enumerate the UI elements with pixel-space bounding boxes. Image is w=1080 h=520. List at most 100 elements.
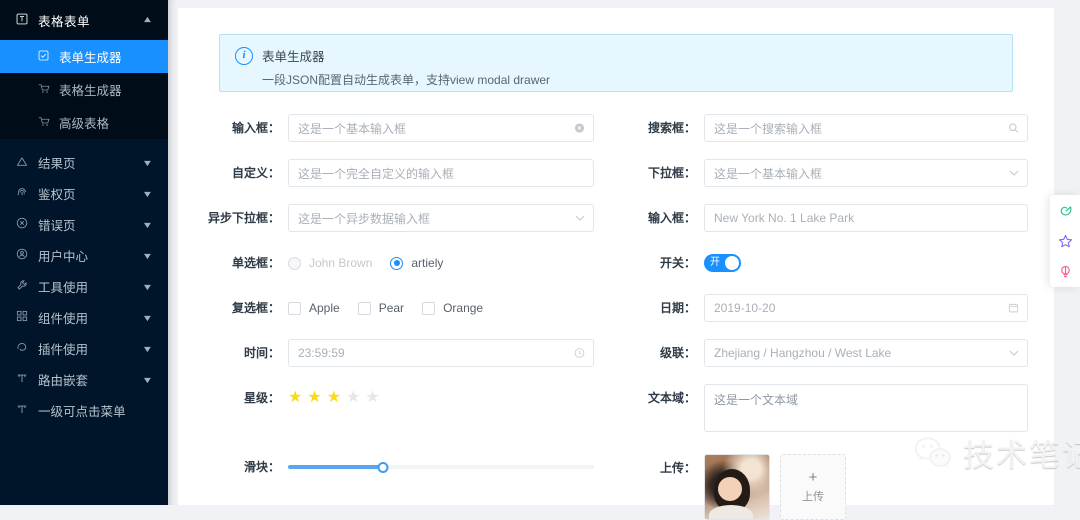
rate-stars[interactable]: ★ ★ ★ ★ ★ (288, 384, 594, 412)
field-label: 单选框： (231, 256, 280, 270)
async-select-input[interactable] (288, 204, 594, 232)
checkbox-pear[interactable] (357, 301, 371, 315)
sidebar-item-result-page[interactable]: 结果页 ▼ (0, 147, 168, 178)
sidebar-item-label: 表单生成器 (59, 51, 122, 65)
field-label: 上传： (659, 461, 696, 475)
fingerprint-icon (16, 186, 34, 201)
star-3-icon[interactable]: ★ (327, 390, 341, 406)
caret-down-icon: ▼ (141, 250, 154, 261)
date-input[interactable] (704, 294, 1028, 322)
content-card: i 表单生成器 一段JSON配置自动生成表单，支持view modal draw… (178, 8, 1054, 520)
float-action-bar (1050, 195, 1080, 287)
star-2-icon[interactable]: ★ (307, 390, 321, 406)
custom-input[interactable] (288, 159, 594, 187)
close-circle-icon (16, 217, 34, 232)
checkbox-label: Orange (443, 301, 484, 315)
sidebar-item-nested-routes[interactable]: 路由嵌套 ▼ (0, 364, 168, 395)
caret-down-icon: ▼ (141, 219, 154, 230)
field-slider: 滑块： (204, 429, 594, 481)
select-input[interactable] (704, 159, 1028, 187)
slider-control[interactable] (288, 453, 594, 481)
triangle-icon (16, 156, 34, 170)
sidebar-item-auth-page[interactable]: 鉴权页 ▼ (0, 178, 168, 209)
sidebar-item-label: 鉴权页 (38, 188, 76, 202)
star-5-icon[interactable]: ★ (365, 390, 379, 406)
alert-description: 一段JSON配置自动生成表单，支持view modal drawer (262, 73, 551, 87)
radio-label: artiely (411, 256, 444, 270)
plugin-icon (16, 341, 34, 356)
field-async-select: 异步下拉框： (204, 204, 594, 249)
form-column-right: 搜索框： 下拉框： (642, 114, 1028, 520)
field-label: 自定义： (231, 166, 280, 180)
radio-label: John Brown (309, 256, 373, 270)
radio-artiely[interactable] (390, 256, 404, 270)
slider-handle[interactable] (377, 461, 389, 473)
sidebar-item-label: 插件使用 (38, 343, 89, 357)
tool-icon (16, 279, 34, 294)
radio-john-brown[interactable] (288, 256, 301, 270)
field-label: 滑块： (243, 460, 280, 474)
star-1-icon[interactable]: ★ (288, 390, 302, 406)
caret-down-icon: ▼ (141, 281, 154, 292)
star-4-icon[interactable]: ★ (346, 390, 360, 406)
cart-icon (38, 83, 56, 97)
upload-button[interactable]: + 上传 (780, 454, 846, 520)
field-cascader: 级联： (642, 339, 1028, 384)
sidebar-item-tools[interactable]: 工具使用 ▼ (0, 271, 168, 302)
sidebar-item-label: 表格生成器 (59, 84, 122, 98)
address-input[interactable] (704, 204, 1028, 232)
sidebar-item-advanced-table[interactable]: 高级表格 (0, 106, 168, 139)
caret-down-icon: ▼ (141, 343, 154, 354)
caret-up-icon: ▼ (141, 15, 154, 25)
sidebar-item-form-generator[interactable]: 表单生成器 (0, 40, 168, 73)
user-circle-icon (16, 248, 34, 263)
field-label: 搜索框： (647, 121, 696, 135)
textarea-input[interactable]: 这是一个文本域 (704, 384, 1028, 432)
caret-down-icon: ▼ (141, 312, 154, 323)
sidebar-item-table-generator[interactable]: 表格生成器 (0, 73, 168, 106)
field-label: 异步下拉框： (207, 211, 280, 225)
input-box-input[interactable] (288, 114, 594, 142)
cascader-input[interactable] (704, 339, 1028, 367)
sidebar-item-user-center[interactable]: 用户中心 ▼ (0, 240, 168, 271)
field-input-box: 输入框： (204, 114, 594, 159)
field-input-box-right: 输入框： (642, 204, 1028, 249)
field-label: 输入框： (231, 121, 280, 135)
uploaded-photo-thumbnail[interactable] (704, 454, 770, 520)
sidebar-item-label: 工具使用 (38, 281, 89, 295)
field-select: 下拉框： (642, 159, 1028, 204)
field-label: 开关： (659, 256, 696, 270)
field-label: 星级： (243, 391, 280, 405)
plus-icon: + (808, 469, 818, 486)
field-date: 日期： (642, 294, 1028, 339)
theme-leaf-icon[interactable] (1056, 202, 1074, 220)
field-textarea: 文本域： 这是一个文本域 (642, 384, 1028, 454)
sidebar-item-plugins[interactable]: 插件使用 ▼ (0, 333, 168, 364)
switch-toggle[interactable]: 开 (704, 254, 741, 272)
form-table-icon (16, 13, 34, 28)
checkbox-apple[interactable] (288, 301, 301, 315)
main-content: i 表单生成器 一段JSON配置自动生成表单，支持view modal draw… (178, 0, 1080, 520)
photo-face (718, 477, 742, 501)
sidebar-item-error-page[interactable]: 错误页 ▼ (0, 209, 168, 240)
checkbox-orange[interactable] (422, 301, 436, 315)
field-label: 日期： (659, 301, 696, 315)
sidebar-content-gutter (168, 0, 178, 505)
field-label: 级联： (659, 346, 696, 360)
sidebar-item-components[interactable]: 组件使用 ▼ (0, 302, 168, 333)
sidebar-item-clickable-menu[interactable]: 一级可点击菜单 (0, 395, 168, 426)
field-checkbox-group: 复选框： Apple Pear Orange (204, 294, 594, 339)
bulb-icon[interactable] (1056, 262, 1074, 280)
time-input[interactable] (288, 339, 594, 367)
upload-button-label: 上传 (802, 491, 824, 503)
star-icon[interactable] (1056, 232, 1074, 250)
sidebar-item-label: 组件使用 (38, 312, 89, 326)
sidebar-group-label: 表格表单 (38, 14, 91, 29)
caret-down-icon: ▼ (141, 374, 154, 385)
sidebar-group-form-table[interactable]: 表格表单 ▼ (0, 0, 168, 40)
sidebar: 表格表单 ▼ 表单生成器 表格生成器 高级表格 结果页 ▼ 鉴权页 ▼ 错误页 … (0, 0, 168, 505)
checkbox-label: Pear (378, 301, 405, 315)
caret-down-icon: ▼ (141, 188, 154, 199)
search-input[interactable] (704, 114, 1028, 142)
field-custom: 自定义： (204, 159, 594, 204)
